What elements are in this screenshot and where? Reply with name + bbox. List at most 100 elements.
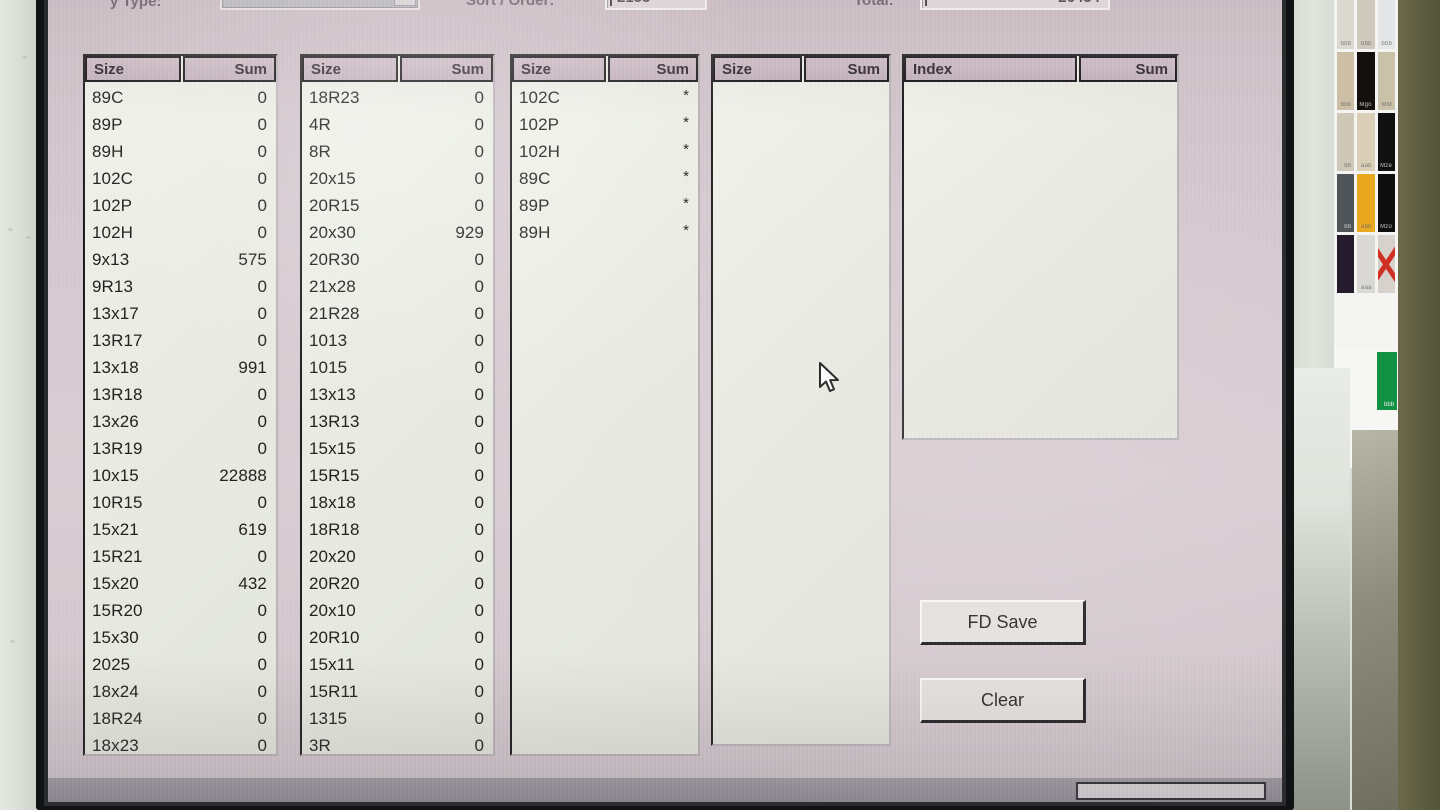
table-row[interactable]: 3R 0 xyxy=(302,732,493,755)
table-row[interactable]: 13R18 0 xyxy=(85,381,276,408)
column-header-size[interactable]: Size xyxy=(512,56,606,82)
table-row[interactable]: 102C 0 xyxy=(85,165,276,192)
cell-size: 21x28 xyxy=(309,276,356,296)
table-row[interactable]: 20x30 929 xyxy=(302,219,493,246)
table-row[interactable]: 18x24 0 xyxy=(85,678,276,705)
table-row[interactable]: 89C * xyxy=(512,165,698,192)
color-swatch-board: bbb bbb bbb bbb Mgo MM bb aab Mze bb abb… xyxy=(1334,0,1398,348)
column-header-sum[interactable]: Sum xyxy=(1079,56,1177,82)
table-row[interactable]: 89P * xyxy=(512,192,698,219)
table-row[interactable]: 102P * xyxy=(512,111,698,138)
cell-sum: 0 xyxy=(474,411,484,431)
column-header-sum[interactable]: Sum xyxy=(607,56,698,82)
sort-order-field[interactable]: 2155 xyxy=(605,0,707,10)
cell-size: 20x15 xyxy=(309,168,356,188)
table-row[interactable]: 13R19 0 xyxy=(85,435,276,462)
clear-button[interactable]: Clear xyxy=(920,678,1086,723)
cell-size: 13R13 xyxy=(309,411,360,431)
column-header-size[interactable]: Size xyxy=(302,56,398,82)
cell-size: 9R13 xyxy=(92,276,134,296)
list-rows-2: 18R23 0 4R 0 8R 0 20x15 0 20R15 0 20x30 929 20R30 0 21… xyxy=(302,84,493,754)
table-row[interactable]: 1013 0 xyxy=(302,327,493,354)
table-row[interactable]: 89C 0 xyxy=(85,84,276,111)
table-row[interactable]: 10R15 0 xyxy=(85,489,276,516)
table-row[interactable]: 9x13 575 xyxy=(85,246,276,273)
cell-sum: 0 xyxy=(474,519,484,539)
cell-sum: 0 xyxy=(257,438,267,458)
table-row[interactable]: 20R10 0 xyxy=(302,624,493,651)
table-row[interactable]: 89P 0 xyxy=(85,111,276,138)
table-row[interactable]: 102H * xyxy=(512,138,698,165)
index-sum-list-5[interactable]: Index Sum xyxy=(902,54,1179,440)
cell-sum: 0 xyxy=(474,87,484,107)
size-sum-list-1[interactable]: Size Sum 89C 0 89P 0 89H 0 102C 0 102P 0 102H 0 9x13… xyxy=(83,54,278,756)
column-header-size[interactable]: Size xyxy=(713,56,802,82)
cell-sum: 0 xyxy=(474,195,484,215)
table-row[interactable]: 18x23 0 xyxy=(85,732,276,755)
table-row[interactable]: 8R 0 xyxy=(302,138,493,165)
table-row[interactable]: 20x20 0 xyxy=(302,543,493,570)
cell-size: 18x24 xyxy=(92,681,139,701)
cell-size: 20x30 xyxy=(309,222,356,242)
size-sum-list-2[interactable]: Size Sum 18R23 0 4R 0 8R 0 20x15 0 20R15 0 20x30 92… xyxy=(300,54,495,756)
column-header-size[interactable]: Size xyxy=(85,56,181,82)
table-row[interactable]: 20x10 0 xyxy=(302,597,493,624)
table-row[interactable]: 13R17 0 xyxy=(85,327,276,354)
cell-sum: 0 xyxy=(257,411,267,431)
type-combobox[interactable] xyxy=(220,0,420,10)
column-header-sum[interactable]: Sum xyxy=(803,56,889,82)
column-header-sum[interactable]: Sum xyxy=(182,56,276,82)
table-row[interactable]: 20R15 0 xyxy=(302,192,493,219)
cell-size: 102H xyxy=(92,222,134,242)
table-row[interactable]: 21x28 0 xyxy=(302,273,493,300)
table-row[interactable]: 13x17 0 xyxy=(85,300,276,327)
table-row[interactable]: 89H * xyxy=(512,219,698,246)
table-row[interactable]: 18R24 0 xyxy=(85,705,276,732)
table-row[interactable]: 15x30 0 xyxy=(85,624,276,651)
table-row[interactable]: 89H 0 xyxy=(85,138,276,165)
table-row[interactable]: 102C * xyxy=(512,84,698,111)
table-row[interactable]: 10x15 22888 xyxy=(85,462,276,489)
size-sum-list-4[interactable]: Size Sum xyxy=(711,54,891,746)
table-row[interactable]: 15R11 0 xyxy=(302,678,493,705)
table-row[interactable]: 21R28 0 xyxy=(302,300,493,327)
fd-save-button[interactable]: FD Save xyxy=(920,600,1086,645)
chevron-down-icon[interactable] xyxy=(394,0,416,6)
table-row[interactable]: 18x18 0 xyxy=(302,489,493,516)
column-header-sum[interactable]: Sum xyxy=(399,56,493,82)
table-row[interactable]: 13R13 0 xyxy=(302,408,493,435)
table-row[interactable]: 15x20 432 xyxy=(85,570,276,597)
cell-size: 2025 xyxy=(92,654,131,674)
table-row[interactable]: 20x15 0 xyxy=(302,165,493,192)
table-row[interactable]: 20R20 0 xyxy=(302,570,493,597)
size-sum-list-3[interactable]: Size Sum 102C * 102P * 102H * 89C * 89P * 89H * xyxy=(510,54,700,756)
table-row[interactable]: 20R30 0 xyxy=(302,246,493,273)
table-row[interactable]: 15R15 0 xyxy=(302,462,493,489)
table-row[interactable]: 102H 0 xyxy=(85,219,276,246)
table-row[interactable]: 1315 0 xyxy=(302,705,493,732)
table-row[interactable]: 1015 0 xyxy=(302,354,493,381)
column-header-index[interactable]: Index xyxy=(904,56,1077,82)
table-row[interactable]: 4R 0 xyxy=(302,111,493,138)
table-row[interactable]: 2025 0 xyxy=(85,651,276,678)
list-rows-1: 89C 0 89P 0 89H 0 102C 0 102P 0 102H 0 9x13 575 9R13 0 1… xyxy=(85,84,276,754)
cell-size: 20R10 xyxy=(309,627,360,647)
table-row[interactable]: 18R18 0 xyxy=(302,516,493,543)
table-row[interactable]: 15x21 619 xyxy=(85,516,276,543)
table-row[interactable]: 15x11 0 xyxy=(302,651,493,678)
table-row[interactable]: 15R20 0 xyxy=(85,597,276,624)
list-rows-4 xyxy=(713,84,889,744)
table-row[interactable]: 18R23 0 xyxy=(302,84,493,111)
cell-sum: 0 xyxy=(257,384,267,404)
table-row[interactable]: 102P 0 xyxy=(85,192,276,219)
table-row[interactable]: 15x15 0 xyxy=(302,435,493,462)
table-row[interactable]: 13x13 0 xyxy=(302,381,493,408)
cell-size: 89H xyxy=(92,141,124,161)
table-row[interactable]: 13x18 991 xyxy=(85,354,276,381)
table-row[interactable]: 9R13 0 xyxy=(85,273,276,300)
table-row[interactable]: 15R21 0 xyxy=(85,543,276,570)
cell-sum: 0 xyxy=(474,600,484,620)
cell-size: 102C xyxy=(92,168,134,188)
table-row[interactable]: 13x26 0 xyxy=(85,408,276,435)
cell-sum: 0 xyxy=(474,357,484,377)
